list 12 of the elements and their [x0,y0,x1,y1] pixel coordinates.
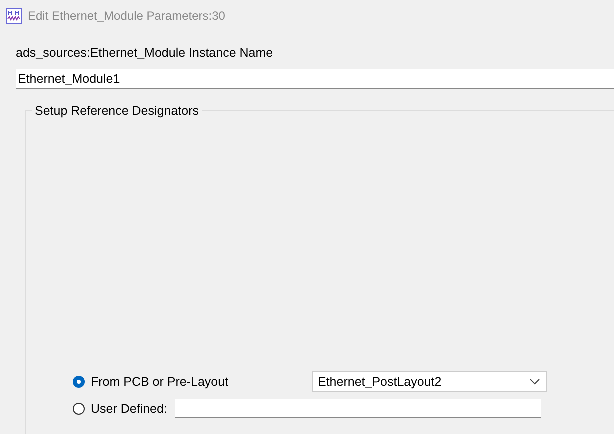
radio-label: User Defined: [91,402,168,416]
window-title: Edit Ethernet_Module Parameters:30 [28,9,226,23]
instance-name-field[interactable]: Ethernet_Module1 [16,69,614,89]
user-defined-field[interactable] [175,399,541,418]
designator-dropdown[interactable]: Ethernet_PostLayout2 [312,371,547,392]
app-icon [6,8,22,24]
radio-button[interactable] [73,402,85,414]
radio-button[interactable] [73,376,85,388]
group-title: Setup Reference Designators [32,104,202,118]
chevron-down-icon [530,378,540,384]
radio-label: From PCB or Pre-Layout [91,374,230,388]
instance-name-label: ads_sources:Ethernet_Module Instance Name [16,46,274,62]
